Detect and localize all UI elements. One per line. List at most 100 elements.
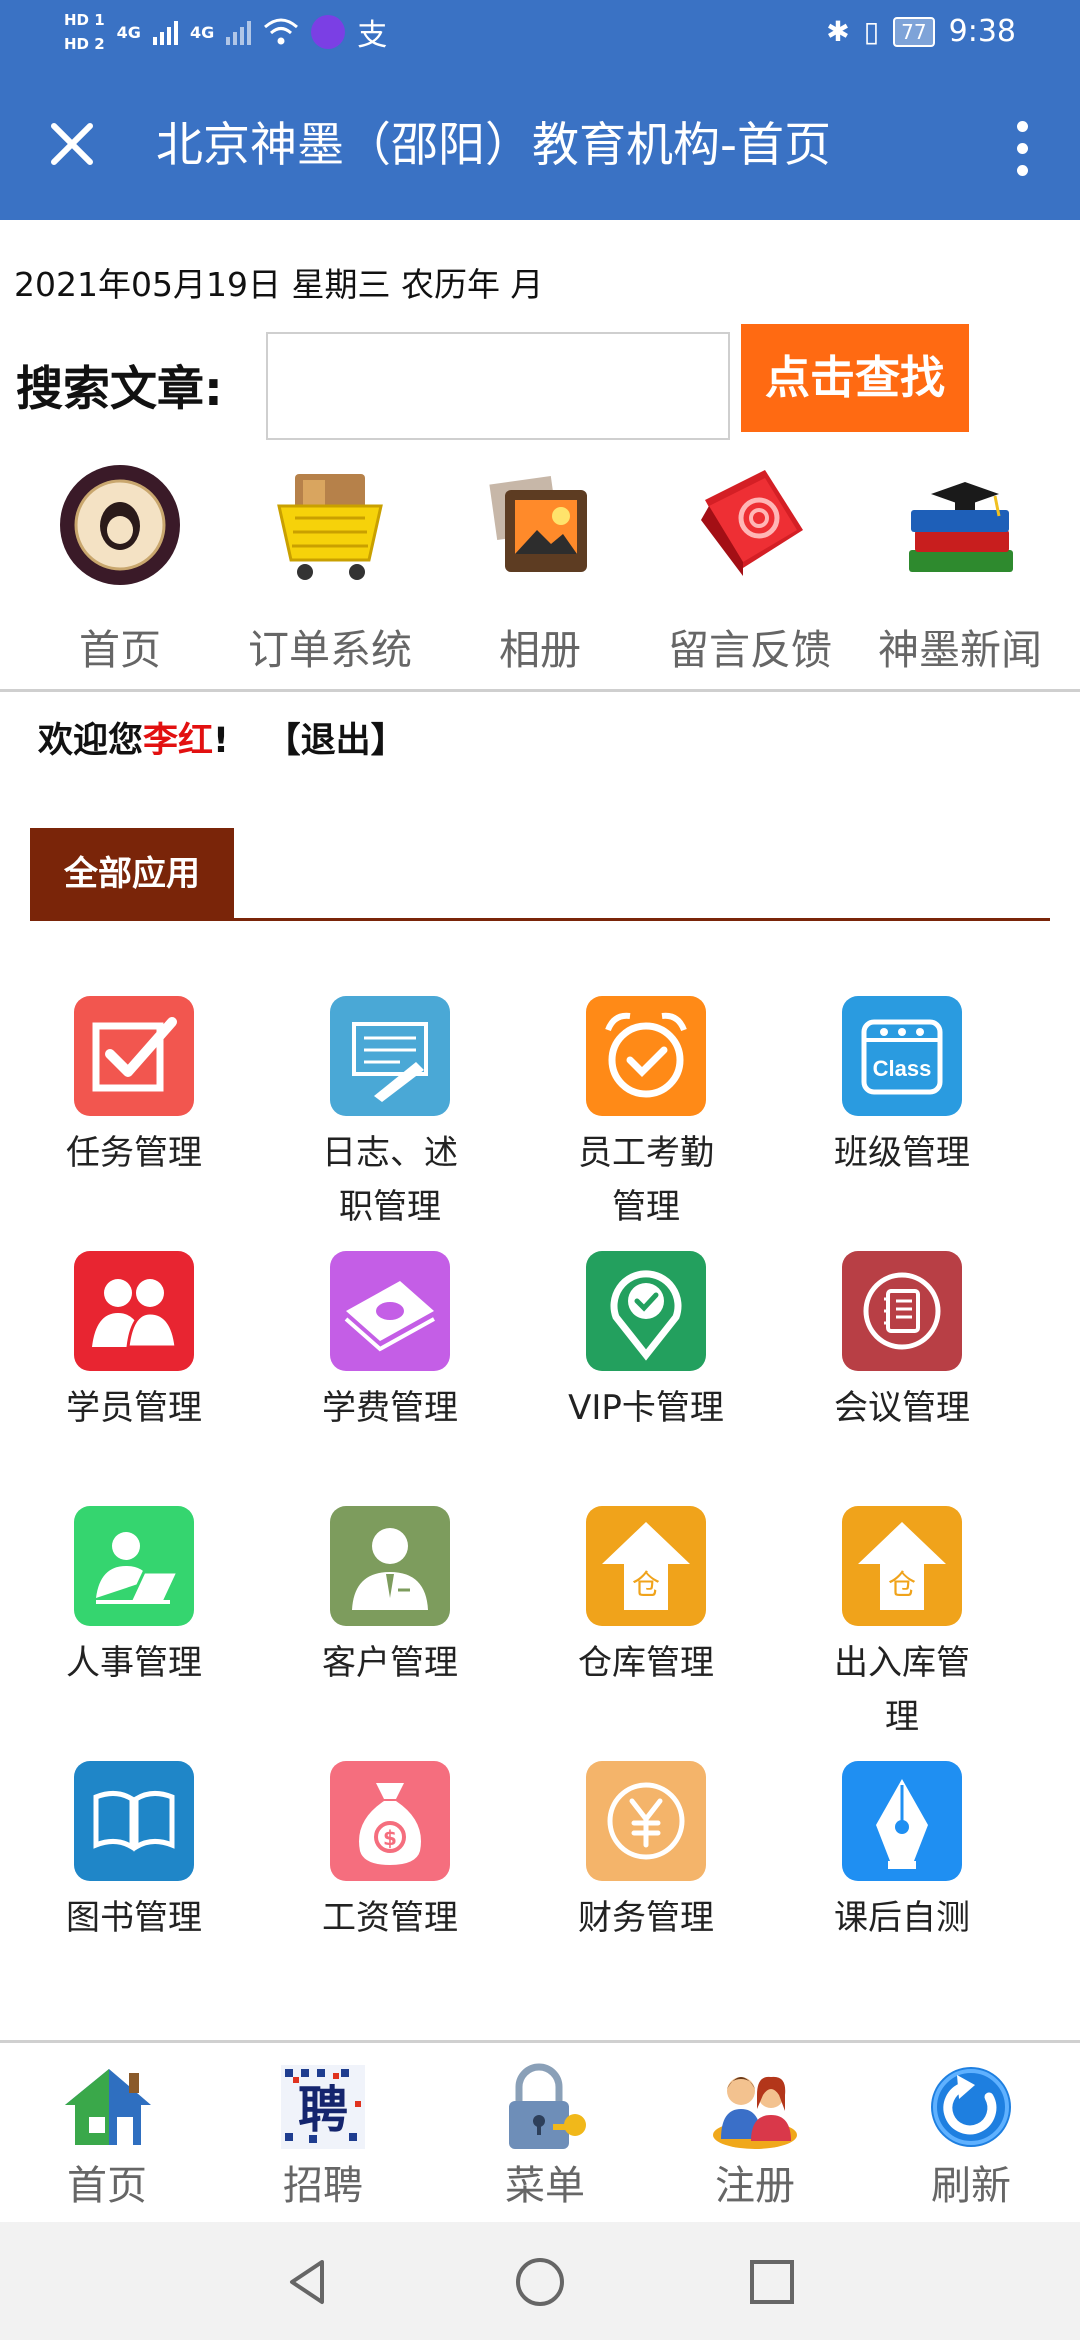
bottom-nav-label: 招聘 [283,2163,363,2209]
bottom-nav-label: 菜单 [505,2163,585,2209]
logout-link[interactable]: 【退出】 [266,721,406,761]
location-check-icon [586,1251,706,1371]
back-triangle-icon [290,2260,324,2304]
app-hr[interactable]: 人事管理 [29,1506,239,1690]
app-label: 日志、述职管理 [322,1133,458,1227]
photo-album-icon [475,460,605,590]
signal-icon-2 [226,19,252,45]
yen-coin-icon [586,1761,706,1881]
search-input[interactable] [266,332,730,440]
bottom-nav-register[interactable]: 注册 [680,2061,830,2211]
user-name: 李红 [143,721,214,761]
bottom-nav-recruit[interactable]: 聘 招聘 [248,2061,398,2211]
app-attendance[interactable]: 员工考勤管理 [541,996,751,1234]
network-type-2: 4G [189,22,215,42]
system-home-button[interactable] [510,2252,570,2312]
app-self-test[interactable]: 课后自测 [797,1761,1007,1945]
clock: 9:38 [948,14,1016,49]
warehouse-arrow-icon: 仓 [586,1506,706,1626]
hd-indicators: HD 1 HD 2 [64,8,105,56]
app-inventory[interactable]: 仓 出入库管理 [797,1506,1007,1744]
quick-nav-album[interactable]: 相册 [435,460,645,676]
app-label: 客户管理 [322,1643,458,1683]
school-seal-icon [55,460,185,590]
money-bag-icon: $ [330,1761,450,1881]
app-label: 员工考勤管理 [578,1133,714,1227]
bottom-nav-menu[interactable]: 菜单 [470,2061,620,2211]
lock-key-icon [497,2061,593,2153]
checkbox-icon [74,996,194,1116]
wifi-icon [264,18,299,45]
bottom-nav-refresh[interactable]: 刷新 [896,2061,1046,2211]
section-title: 全部应用 [30,828,234,920]
users-icon [707,2061,803,2153]
students-icon [74,1251,194,1371]
quick-nav-label: 神墨新闻 [878,626,1042,674]
app-label: 出入库管理 [834,1643,970,1737]
quick-nav-news[interactable]: 神墨新闻 [855,460,1065,676]
app-label: 仓库管理 [578,1643,714,1683]
quick-nav: 首页 订单系统 相册 留言反馈 神墨新闻 [0,460,1080,692]
app-label: 课后自测 [834,1898,970,1938]
hd2-indicator: HD 2 [64,35,105,53]
hd1-indicator: HD 1 [64,11,105,29]
bottom-nav: 首页 聘 招聘 菜单 注册 刷新 [0,2040,1080,2222]
pen-paper-icon [330,996,450,1116]
app-label: 学费管理 [322,1388,458,1428]
shopping-basket-icon [265,460,395,590]
house-icon [59,2061,155,2153]
app-students[interactable]: 学员管理 [29,1251,239,1435]
bottom-nav-label: 注册 [715,2163,795,2209]
refresh-icon [923,2061,1019,2153]
person-laptop-icon [74,1506,194,1626]
pen-nib-icon [842,1761,962,1881]
quick-nav-label: 订单系统 [248,626,412,674]
bottom-nav-home[interactable]: 首页 [32,2061,182,2211]
quick-nav-home[interactable]: 首页 [15,460,225,676]
system-back-button[interactable] [278,2252,338,2312]
app-task[interactable]: 任务管理 [29,996,239,1180]
welcome-suffix: ! [213,721,229,761]
app-finance[interactable]: 财务管理 [541,1761,751,1945]
class-calendar-icon: Class [842,996,962,1116]
app-label: 图书管理 [66,1898,202,1938]
app-notification-icon [311,15,346,49]
app-meeting[interactable]: 会议管理 [797,1251,1007,1435]
bottom-nav-label: 刷新 [931,2163,1011,2209]
app-label: VIP卡管理 [568,1388,724,1428]
app-tuition[interactable]: 学费管理 [285,1251,495,1435]
recruit-icon: 聘 [275,2061,371,2153]
svg-text:聘: 聘 [298,2081,348,2139]
search-button[interactable]: 点击查找 [741,324,969,432]
alarm-clock-icon [586,996,706,1116]
app-vip-card[interactable]: VIP卡管理 [541,1251,751,1435]
status-right: ✱ ▯ 77 9:38 [826,14,1016,49]
home-circle-icon [516,2258,564,2306]
app-label: 任务管理 [66,1133,202,1173]
app-log[interactable]: 日志、述职管理 [285,996,495,1234]
app-library[interactable]: 图书管理 [29,1761,239,1945]
svg-text:仓: 仓 [632,1568,660,1601]
app-class[interactable]: Class 班级管理 [797,996,1007,1180]
svg-text:$: $ [383,1826,397,1850]
app-label: 学员管理 [66,1388,202,1428]
app-warehouse[interactable]: 仓 仓库管理 [541,1506,751,1690]
customer-icon [330,1506,450,1626]
system-recents-button[interactable] [742,2252,802,2312]
close-button[interactable] [40,112,104,176]
status-bar: HD 1 HD 2 4G 4G 支 ✱ ▯ 77 9:38 [0,0,1080,72]
svg-text:仓: 仓 [888,1568,916,1601]
books-icon [895,460,1025,590]
more-menu-button[interactable] [990,112,1054,184]
quick-nav-feedback[interactable]: 留言反馈 [645,460,855,676]
warehouse-arrow-icon: 仓 [842,1506,962,1626]
system-nav-bar [0,2222,1080,2340]
alipay-icon: 支 [357,18,388,53]
network-type-1: 4G [116,22,141,42]
app-customer[interactable]: 客户管理 [285,1506,495,1690]
app-label: 会议管理 [834,1388,970,1428]
app-salary[interactable]: $ 工资管理 [285,1761,495,1945]
quick-nav-label: 相册 [499,626,581,674]
notebook-icon [842,1251,962,1371]
quick-nav-orders[interactable]: 订单系统 [225,460,435,676]
